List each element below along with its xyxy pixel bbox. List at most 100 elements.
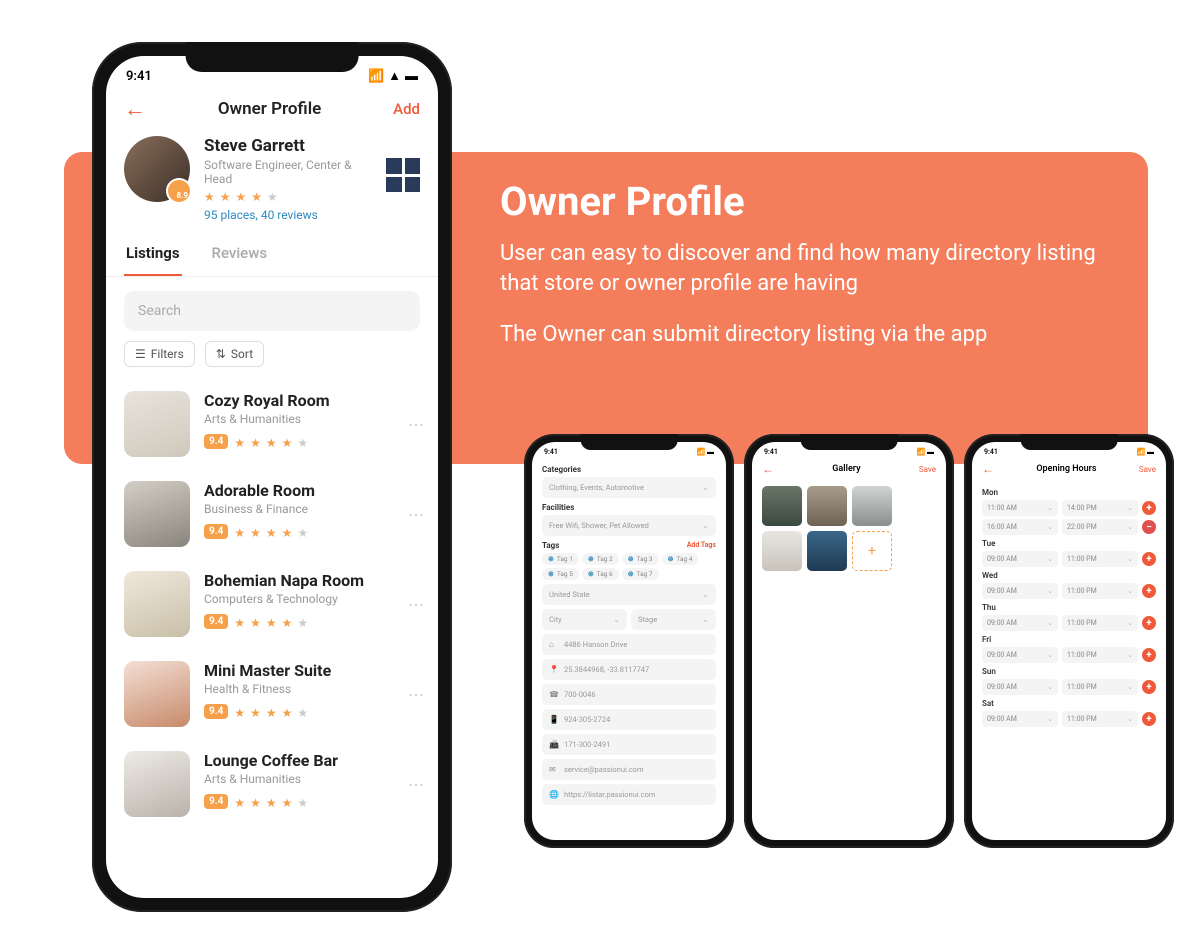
more-icon[interactable]: ⋮ [412, 507, 420, 521]
hours-list: Mon11:00 AM⌄14:00 PM⌄+16:00 AM⌄22:00 PM⌄… [972, 482, 1166, 732]
chevron-down-icon: ⌄ [1047, 555, 1053, 563]
signal-icon: 📶 [368, 69, 384, 84]
gallery-thumb[interactable] [807, 486, 847, 526]
from-time-select[interactable]: 09:00 AM⌄ [982, 551, 1058, 567]
add-tags-button[interactable]: Add Tags [687, 541, 716, 549]
from-time-select[interactable]: 09:00 AM⌄ [982, 583, 1058, 599]
city-select[interactable]: City⌄ [542, 609, 627, 630]
listing-item[interactable]: Mini Master SuiteHealth & Fitness9.4★ ★ … [124, 651, 420, 741]
sort-button[interactable]: ⇅Sort [205, 341, 264, 367]
from-time-select[interactable]: 09:00 AM⌄ [982, 647, 1058, 663]
back-button[interactable]: ← [124, 96, 146, 122]
more-icon[interactable]: ⋮ [412, 777, 420, 791]
save-button[interactable]: Save [919, 465, 936, 474]
add-slot-button[interactable]: + [1142, 584, 1156, 598]
add-slot-button[interactable]: + [1142, 501, 1156, 515]
to-time-select[interactable]: 11:00 PM⌄ [1062, 711, 1138, 727]
gallery-thumb[interactable] [807, 531, 847, 571]
tab-bar: Listings Reviews [106, 234, 438, 277]
phone1-field[interactable]: ☎700-0046 [542, 684, 716, 705]
to-time-select[interactable]: 11:00 PM⌄ [1062, 615, 1138, 631]
tag-chip[interactable]: ⊗Tag 6 [582, 568, 619, 580]
add-slot-button[interactable]: + [1142, 552, 1156, 566]
tag-chip[interactable]: ⊗Tag 2 [582, 553, 619, 565]
add-slot-button[interactable]: + [1142, 616, 1156, 630]
facilities-select[interactable]: Free Wifi, Shower, Pet Allowed⌄ [542, 515, 716, 536]
listing-item[interactable]: Adorable RoomBusiness & Finance9.4★ ★ ★ … [124, 471, 420, 561]
remove-tag-icon[interactable]: ⊗ [628, 555, 634, 563]
to-time-select[interactable]: 11:00 PM⌄ [1062, 679, 1138, 695]
add-slot-button[interactable]: + [1142, 680, 1156, 694]
banner-title: Owner Profile [500, 178, 1120, 225]
listing-item[interactable]: Bohemian Napa RoomComputers & Technology… [124, 561, 420, 651]
from-time-select[interactable]: 11:00 AM⌄ [982, 500, 1058, 516]
remove-slot-button[interactable]: − [1142, 520, 1156, 534]
tab-reviews[interactable]: Reviews [210, 234, 270, 276]
from-time-select[interactable]: 09:00 AM⌄ [982, 711, 1058, 727]
remove-tag-icon[interactable]: ⊗ [588, 570, 594, 578]
stage-select[interactable]: Stage⌄ [631, 609, 716, 630]
url-field[interactable]: 🌐https://listar.passionui.com [542, 784, 716, 805]
back-button[interactable]: ← [762, 462, 774, 476]
remove-tag-icon[interactable]: ⊗ [548, 570, 554, 578]
tab-listings[interactable]: Listings [124, 234, 182, 276]
gallery-thumb[interactable] [762, 531, 802, 571]
more-icon[interactable]: ⋮ [412, 597, 420, 611]
qr-code-icon[interactable] [386, 158, 420, 192]
to-time-select[interactable]: 11:00 PM⌄ [1062, 647, 1138, 663]
to-time-select[interactable]: 22:00 PM⌄ [1062, 519, 1138, 535]
remove-tag-icon[interactable]: ⊗ [588, 555, 594, 563]
listing-score: 9.4 [204, 794, 228, 809]
chevron-down-icon: ⌄ [1127, 523, 1133, 531]
country-select[interactable]: United State⌄ [542, 584, 716, 605]
tag-chip[interactable]: ⊗Tag 4 [662, 553, 699, 565]
search-input[interactable]: Search [124, 291, 420, 331]
from-time-select[interactable]: 09:00 AM⌄ [982, 679, 1058, 695]
listing-thumb [124, 751, 190, 817]
from-time-select[interactable]: 09:00 AM⌄ [982, 615, 1058, 631]
add-photo-button[interactable]: + [852, 531, 892, 571]
listing-thumb [124, 661, 190, 727]
main-phone-frame: 9:41 📶 ▲ ▬ ← Owner Profile Add 8.9 Steve… [92, 42, 452, 912]
add-slot-button[interactable]: + [1142, 648, 1156, 662]
to-time-select[interactable]: 11:00 PM⌄ [1062, 551, 1138, 567]
remove-tag-icon[interactable]: ⊗ [548, 555, 554, 563]
tag-chip[interactable]: ⊗Tag 3 [622, 553, 659, 565]
remove-tag-icon[interactable]: ⊗ [668, 555, 674, 563]
categories-select[interactable]: Clothing, Events, Automotive⌄ [542, 477, 716, 498]
phone3-field[interactable]: 📠171-300-2491 [542, 734, 716, 755]
profile-stats[interactable]: 95 places, 40 reviews [204, 208, 372, 222]
email-field[interactable]: ✉service@passionui.com [542, 759, 716, 780]
tag-chip[interactable]: ⊗Tag 7 [622, 568, 659, 580]
add-button[interactable]: Add [393, 100, 420, 118]
more-icon[interactable]: ⋮ [412, 687, 420, 701]
listing-stars: ★ ★ ★ ★ ★ [234, 796, 309, 810]
avatar[interactable]: 8.9 [124, 136, 190, 202]
to-time-select[interactable]: 14:00 PM⌄ [1062, 500, 1138, 516]
hours-row: 16:00 AM⌄22:00 PM⌄− [982, 519, 1156, 535]
phone2-field[interactable]: 📱924-305-2724 [542, 709, 716, 730]
filters-button[interactable]: ☰Filters [124, 341, 195, 367]
chevron-down-icon: ⌄ [1127, 619, 1133, 627]
hours-row: 09:00 AM⌄11:00 PM⌄ + [982, 711, 1156, 727]
nav-title: Gallery [832, 464, 860, 474]
tag-chip[interactable]: ⊗Tag 5 [542, 568, 579, 580]
profile-name: Steve Garrett [204, 136, 372, 156]
tag-chip[interactable]: ⊗Tag 1 [542, 553, 579, 565]
coords-field[interactable]: 📍25.3844968, -33.8117747 [542, 659, 716, 680]
from-time-select[interactable]: 16:00 AM⌄ [982, 519, 1058, 535]
more-icon[interactable]: ⋮ [412, 417, 420, 431]
save-button[interactable]: Save [1139, 465, 1156, 474]
to-time-select[interactable]: 11:00 PM⌄ [1062, 583, 1138, 599]
gallery-thumb[interactable] [762, 486, 802, 526]
gallery-thumb[interactable] [852, 486, 892, 526]
listing-item[interactable]: Lounge Coffee BarArts & Humanities9.4★ ★… [124, 741, 420, 831]
listing-score: 9.4 [204, 704, 228, 719]
listing-item[interactable]: Cozy Royal RoomArts & Humanities9.4★ ★ ★… [124, 381, 420, 471]
add-slot-button[interactable]: + [1142, 712, 1156, 726]
address-field[interactable]: ⌂4486 Hanson Drive [542, 634, 716, 655]
facilities-label: Facilities [542, 503, 716, 512]
back-button[interactable]: ← [982, 462, 994, 476]
banner-line1: User can easy to discover and find how m… [500, 239, 1120, 298]
remove-tag-icon[interactable]: ⊗ [628, 570, 634, 578]
